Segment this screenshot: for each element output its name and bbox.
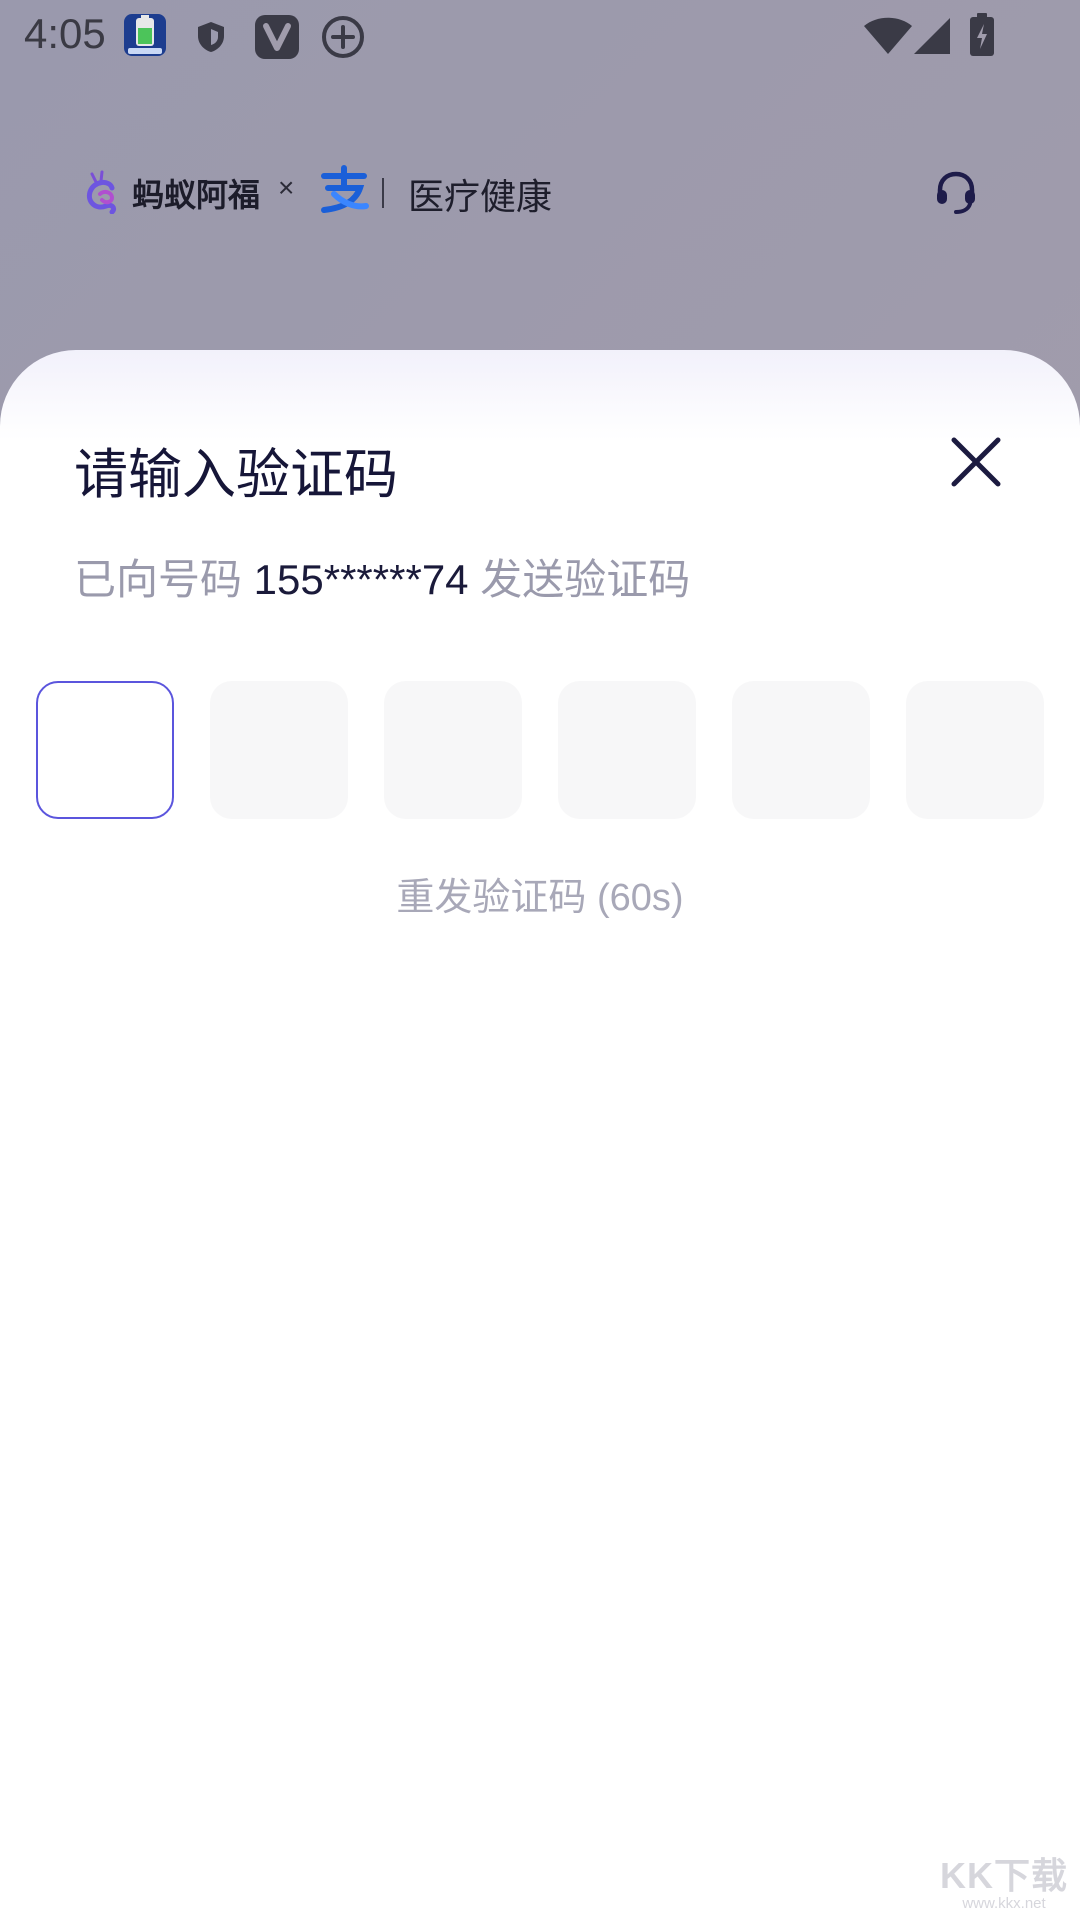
screen: 4:05 蚂蚁阿福 × 医疗健康 请输入验证码 已向号码 155******74… (0, 0, 1080, 1920)
wifi-icon (862, 16, 914, 60)
close-button[interactable] (944, 432, 1008, 496)
status-time: 4:05 (24, 10, 106, 57)
code-box-4[interactable] (558, 681, 696, 819)
ant-brand-icon (82, 166, 130, 218)
app-header: 蚂蚁阿福 × 医疗健康 (0, 150, 1080, 230)
headset-icon (932, 168, 980, 220)
battery-charging-icon (968, 12, 996, 62)
code-box-3[interactable] (384, 681, 522, 819)
verification-sheet: 请输入验证码 已向号码 155******74 发送验证码 重发验证码 (60s… (0, 350, 1080, 1920)
code-box-5[interactable] (732, 681, 870, 819)
code-box-1[interactable] (36, 681, 174, 819)
sent-prefix: 已向号码 (74, 556, 254, 603)
page-section-title: 医疗健康 (408, 176, 553, 217)
close-icon (950, 436, 1002, 492)
watermark: KK下载 www.kkx.net (940, 1847, 1068, 1912)
watermark-main: KK下载 (940, 1855, 1068, 1896)
sheet-title: 请输入验证码 (74, 445, 398, 505)
code-input-row (36, 681, 1046, 819)
code-box-6[interactable] (906, 681, 1044, 819)
signal-icon (912, 16, 952, 60)
brand-name: 蚂蚁阿福 (132, 177, 261, 213)
battery-app-icon (122, 12, 168, 62)
masked-phone: 155******74 (253, 556, 469, 603)
brand-cross: × (278, 172, 295, 203)
shield-icon (196, 20, 226, 58)
resend-code-link[interactable]: 重发验证码 (60s) (0, 866, 1080, 921)
header-divider (382, 178, 384, 208)
status-bar: 4:05 (0, 0, 1080, 72)
sent-suffix: 发送验证码 (468, 556, 691, 603)
code-box-2[interactable] (210, 681, 348, 819)
v-app-icon (254, 14, 300, 64)
alipay-icon (316, 162, 372, 222)
customer-service-button[interactable] (928, 166, 984, 222)
add-circle-icon (320, 14, 366, 64)
sent-info: 已向号码 155******74 发送验证码 (74, 546, 690, 607)
